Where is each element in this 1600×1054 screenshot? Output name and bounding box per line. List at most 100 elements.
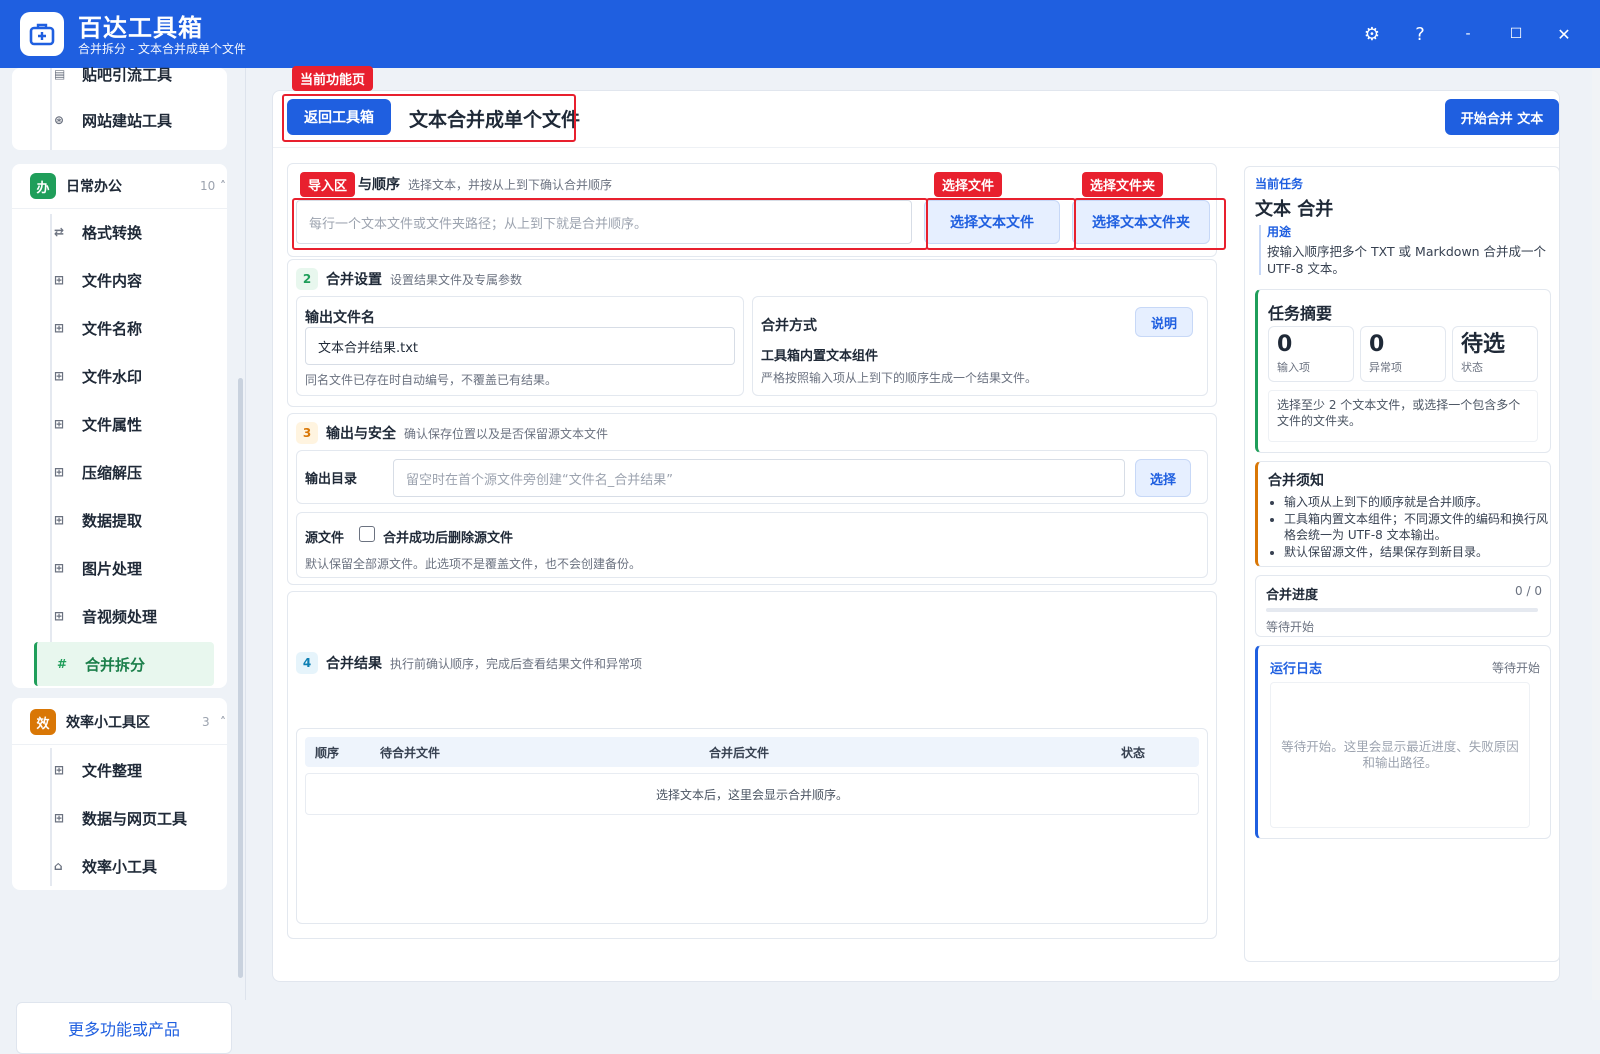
sidebar-item-office-5[interactable]: ⊞ 压缩解压 (34, 450, 214, 494)
sidebar-item-office-3[interactable]: ⊞ 文件水印 (34, 354, 214, 398)
group-count: 3 (202, 715, 210, 729)
window-scrollbar[interactable] (1592, 68, 1600, 1000)
column-header: 顺序 (315, 745, 340, 760)
section-title: 合并设置 (326, 272, 382, 288)
group-badge: 办 (30, 173, 56, 199)
output-safety-section: 3 输出与安全 确认保存位置以及是否保留源文本文件 输出目录 留空时在首个源文件… (287, 413, 1217, 585)
output-name-input[interactable]: 文本合并结果.txt (305, 327, 735, 365)
sidebar-item-label: 文件属性 (82, 415, 143, 434)
summary-card: 任务摘要 0 输入项 0 异常项 待选 状态 选择至少 2 个文本文件，或选择一… (1255, 289, 1551, 453)
sidebar-item-office-2[interactable]: ⊞ 文件名称 (34, 306, 214, 350)
sidebar-scrollbar[interactable] (238, 378, 243, 978)
group-badge: 效 (30, 709, 56, 735)
merge-mode-hint: 严格按照输入项从上到下的顺序生成一个结果文件。 (761, 371, 1038, 385)
select-file-highlight-box (926, 198, 1076, 250)
sidebar-item-office-0[interactable]: ⇄ 格式转换 (34, 210, 214, 254)
progress-card: 合并进度 0 / 0 等待开始 (1255, 575, 1551, 637)
purpose-label: 用途 (1267, 225, 1292, 239)
sidebar-item-office-8[interactable]: ⊞ 音视频处理 (34, 594, 214, 638)
grid-icon: ⊞ (54, 609, 65, 623)
section-title: 输出与安全 (326, 426, 396, 442)
grid-icon: ⊞ (54, 513, 65, 527)
merge-settings-section: 2 合并设置 设置结果文件及专属参数 输出文件名 文本合并结果.txt 同名文件… (287, 259, 1217, 407)
merge-mode-label: 合并方式 (761, 318, 817, 334)
output-dir-input[interactable]: 留空时在首个源文件旁创建“文件名_合并结果” (393, 459, 1125, 497)
section-title: 合并结果 (326, 656, 382, 672)
sidebar-item-office-7[interactable]: ⊞ 图片处理 (34, 546, 214, 590)
settings-icon[interactable]: ⚙ (1358, 20, 1386, 48)
delete-source-checkbox[interactable] (359, 526, 375, 542)
progress-status: 等待开始 (1266, 620, 1315, 634)
sidebar-item-label: 合并拆分 (85, 655, 146, 674)
import-area-tag: 导入区 (300, 172, 356, 197)
step-number: 3 (296, 422, 318, 444)
title-bar: 百达工具箱 合并拆分 - 文本合并成单个文件 ⚙ ? ‑ ☐ ✕ (0, 0, 1600, 68)
section-header: 与顺序 选择文本，并按从上到下确认合并顺序 (358, 174, 612, 194)
maximize-icon[interactable]: ☐ (1502, 20, 1530, 48)
swap-icon: ⇄ (54, 225, 65, 239)
task-title: 文本 合并 (1255, 199, 1334, 220)
sidebar-item-label: 文件名称 (82, 319, 143, 338)
more-products-button[interactable]: 更多功能或产品 (16, 1002, 232, 1054)
sidebar-item-label: 压缩解压 (82, 463, 143, 482)
summary-hint: 选择至少 2 个文本文件，或选择一个包含多个文件的文件夹。 (1268, 390, 1538, 442)
sidebar-item-office-6[interactable]: ⊞ 数据提取 (34, 498, 214, 542)
sidebar-item-label: 图片处理 (82, 559, 143, 578)
hash-icon: # (57, 657, 68, 671)
grid-icon: ⊞ (54, 763, 65, 777)
minimize-icon[interactable]: ‑ (1454, 20, 1482, 48)
task-tag: 当前任务 (1255, 177, 1304, 191)
table-header: 顺序 待合并文件 合并后文件 状态 (305, 737, 1199, 767)
step-number: 4 (296, 652, 318, 674)
sidebar-item-office-1[interactable]: ⊞ 文件内容 (34, 258, 214, 302)
chevron-up-icon[interactable]: ˄ (220, 179, 226, 193)
output-dir-card: 输出目录 留空时在首个源文件旁创建“文件名_合并结果” 选择 (296, 450, 1208, 504)
merge-mode-value: 工具箱内置文本组件 (761, 349, 879, 364)
column-header: 待合并文件 (380, 745, 441, 760)
sidebar-item-label: 网站建站工具 (82, 111, 173, 130)
sidebar-item-website[interactable]: ⊛ 网站建站工具 (34, 98, 214, 142)
sidebar: ▤ 贴吧引流工具 ⊛ 网站建站工具 办 日常办公 10 ˄ 效 效率小工具区 3… (0, 66, 246, 1054)
app-title: 百达工具箱 (78, 14, 203, 42)
purpose-bar (1259, 225, 1261, 275)
current-page-tag: 当前功能页 (292, 66, 374, 91)
help-icon[interactable]: ? (1406, 20, 1434, 48)
sidebar-item-office-4[interactable]: ⊞ 文件属性 (34, 402, 214, 446)
explain-button[interactable]: 说明 (1135, 307, 1193, 337)
grid-icon: ⊞ (54, 321, 65, 335)
close-icon[interactable]: ✕ (1550, 20, 1578, 48)
select-folder-tag: 选择文件夹 (1082, 172, 1164, 197)
group-header-efficiency[interactable]: 效 效率小工具区 3 ˄ (30, 702, 226, 742)
stat-value: 0 (1369, 332, 1385, 357)
notes-card: 合并须知 输入项从上到下的顺序就是合并顺序。 工具箱内置文本组件；不同源文件的编… (1255, 461, 1551, 567)
source-file-card: 源文件 合并成功后删除源文件 默认保留全部源文件。此选项不是覆盖文件，也不会创建… (296, 512, 1208, 578)
sidebar-item-office-9[interactable]: # 合并拆分 (34, 642, 214, 686)
list-icon: ▤ (54, 67, 66, 81)
grid-icon: ⊞ (54, 273, 65, 287)
note-item: 默认保留源文件，结果保存到新目录。 (1284, 544, 1552, 560)
sidebar-item-eff-1[interactable]: ⊞ 数据与网页工具 (34, 796, 214, 840)
app-logo (20, 12, 64, 56)
output-name-card: 输出文件名 文本合并结果.txt 同名文件已存在时自动编号，不覆盖已有结果。 (296, 296, 744, 396)
sidebar-item-label: 贴吧引流工具 (82, 65, 173, 84)
group-header-office[interactable]: 办 日常办公 10 ˄ (30, 166, 226, 206)
source-hint: 默认保留全部源文件。此选项不是覆盖文件，也不会创建备份。 (305, 557, 642, 571)
choose-dir-button[interactable]: 选择 (1135, 459, 1191, 497)
sidebar-group-top: ▤ 贴吧引流工具 ⊛ 网站建站工具 (12, 66, 227, 150)
delete-source-label[interactable]: 合并成功后删除源文件 (383, 527, 513, 546)
divider (273, 147, 1559, 148)
chevron-up-icon[interactable]: ˄ (220, 715, 226, 729)
toolbox-icon (29, 23, 55, 46)
column-header: 状态 (1121, 745, 1146, 760)
section-header: 2 合并设置 设置结果文件及专属参数 (296, 268, 522, 290)
sidebar-item-eff-0[interactable]: ⊞ 文件整理 (34, 748, 214, 792)
stat-value: 0 (1277, 332, 1293, 357)
start-merge-button[interactable]: 开始合并 文本 (1445, 99, 1559, 135)
section-desc: 确认保存位置以及是否保留源文本文件 (404, 426, 609, 441)
sidebar-item-eff-2[interactable]: ⌂ 效率小工具 (34, 844, 214, 888)
group-count: 10 (200, 179, 216, 193)
group-title: 日常办公 (66, 179, 122, 195)
sidebar-item-tieba[interactable]: ▤ 贴吧引流工具 (34, 52, 214, 96)
section-header: 3 输出与安全 确认保存位置以及是否保留源文本文件 (296, 422, 608, 444)
sidebar-item-label: 效率小工具 (82, 857, 158, 876)
